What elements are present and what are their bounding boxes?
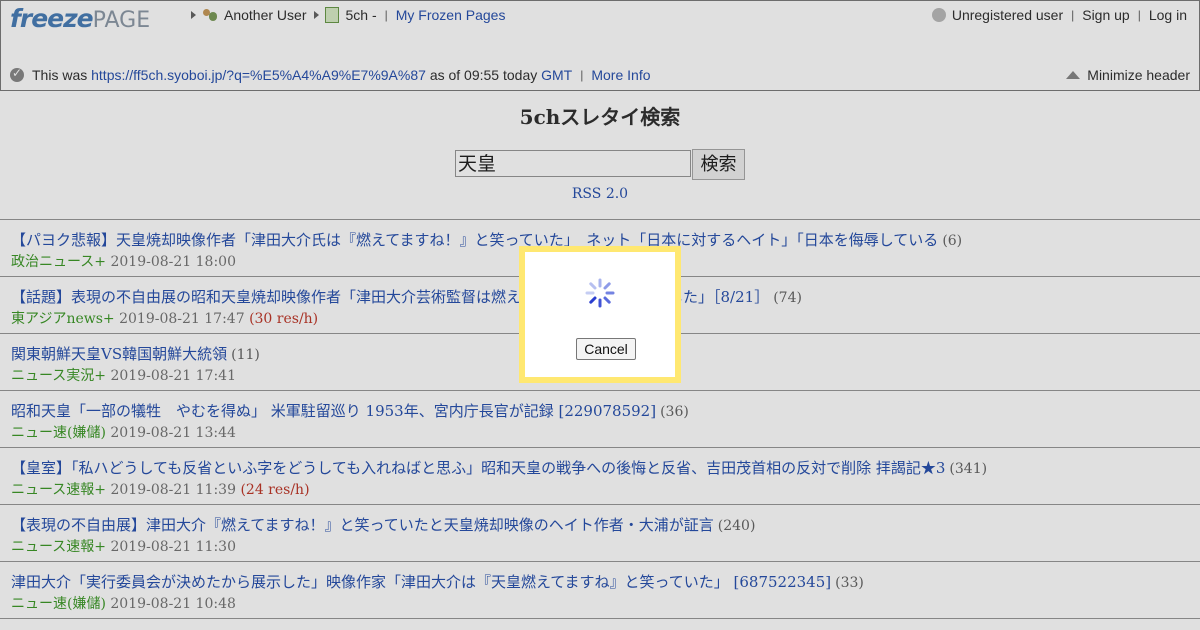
spinner-icon (585, 278, 615, 308)
cancel-button[interactable]: Cancel (576, 338, 636, 360)
loading-dialog-body: Cancel (525, 252, 675, 377)
loading-dialog: Cancel (519, 246, 681, 383)
